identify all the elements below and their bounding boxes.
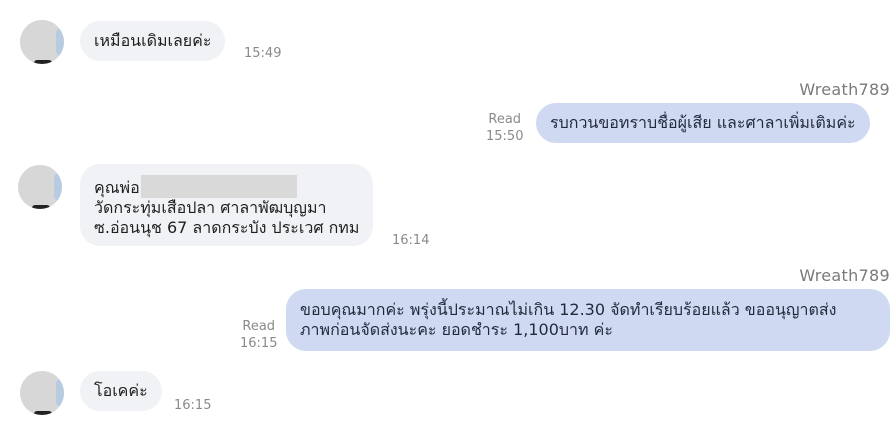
message-line: วัดกระทุ่มเสือปลา ศาลาพัฒบุญมา bbox=[94, 198, 327, 217]
read-label: Read bbox=[242, 319, 276, 334]
message-time: 16:15 bbox=[174, 398, 212, 413]
avatar-shadow bbox=[34, 60, 52, 64]
read-receipt: Read 15:50 bbox=[486, 111, 523, 145]
message-line: ซ.อ่อนนุช 67 ลาดกระบัง ประเวศ กทม bbox=[94, 218, 360, 237]
message-text: รบกวนขอทราบชื่อผู้เสีย และศาลาเพิ่มเติมค… bbox=[550, 113, 856, 132]
avatar-edge bbox=[54, 173, 62, 201]
sender-name: Wreath789 bbox=[799, 80, 890, 99]
redacted-name bbox=[140, 175, 297, 198]
sender-name: Wreath789 bbox=[799, 266, 890, 285]
message-bubble-incoming[interactable]: เหมือนเดิมเลยค่ะ bbox=[80, 21, 226, 61]
message-text: เหมือนเดิมเลยค่ะ bbox=[94, 31, 212, 50]
message-text: คุณพ่อ bbox=[94, 178, 140, 197]
message-text: โอเคค่ะ bbox=[94, 381, 148, 400]
avatar-shadow bbox=[34, 411, 52, 415]
message-line: คุณพ่อ bbox=[94, 175, 359, 198]
message-time: 16:15 bbox=[240, 336, 278, 351]
message-time: 15:50 bbox=[486, 129, 524, 144]
avatar-edge bbox=[56, 379, 64, 407]
avatar[interactable] bbox=[20, 20, 64, 64]
read-label: Read bbox=[488, 112, 522, 127]
read-receipt: Read 16:15 bbox=[240, 318, 277, 352]
message-bubble-incoming[interactable]: คุณพ่อ วัดกระทุ่มเสือปลา ศาลาพัฒบุญมา ซ.… bbox=[80, 164, 374, 246]
avatar-shadow bbox=[32, 205, 50, 209]
avatar[interactable] bbox=[18, 165, 62, 209]
avatar-edge bbox=[56, 28, 64, 56]
message-bubble-incoming[interactable]: โอเคค่ะ bbox=[80, 371, 162, 411]
message-line: ภาพก่อนจัดส่งนะคะ ยอดชำระ 1,100บาท ค่ะ bbox=[300, 320, 613, 339]
message-bubble-outgoing[interactable]: ขอบคุณมากค่ะ พรุ่งนี้ประมาณไม่เกิน 12.30… bbox=[286, 289, 890, 351]
message-time: 15:49 bbox=[244, 46, 282, 61]
message-time: 16:14 bbox=[392, 233, 430, 248]
message-line: ขอบคุณมากค่ะ พรุ่งนี้ประมาณไม่เกิน 12.30… bbox=[300, 300, 837, 319]
avatar[interactable] bbox=[20, 371, 64, 415]
message-bubble-outgoing[interactable]: รบกวนขอทราบชื่อผู้เสีย และศาลาเพิ่มเติมค… bbox=[536, 103, 870, 143]
